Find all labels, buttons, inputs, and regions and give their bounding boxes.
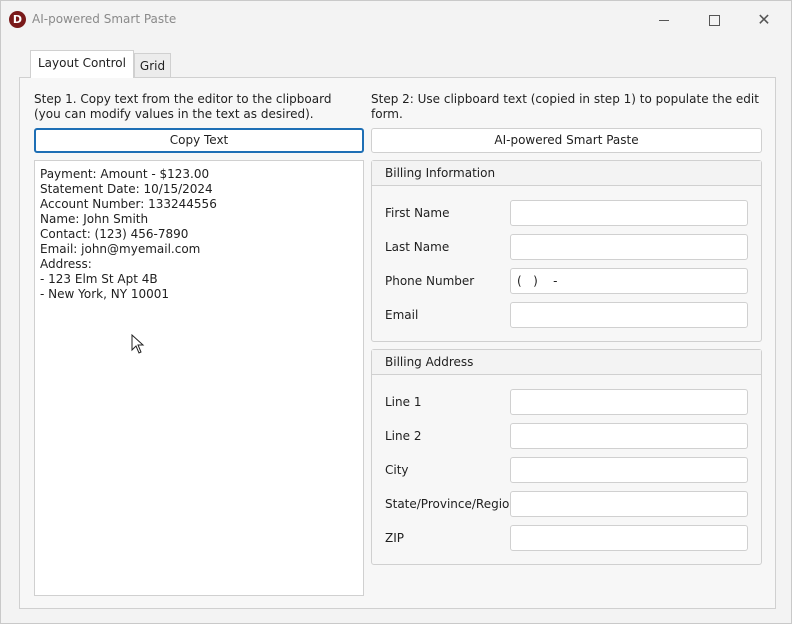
window-title: AI-powered Smart Paste (32, 12, 177, 26)
mouse-cursor-icon (131, 334, 145, 354)
editor-line: Name: John Smith (40, 212, 149, 226)
tab-grid[interactable]: Grid (134, 53, 171, 78)
city-label: City (385, 463, 409, 477)
editor-line: Address: (40, 257, 92, 271)
app-window: D AI-powered Smart Paste ✕ Layout Contro… (0, 0, 792, 624)
editor-line: Email: john@myemail.com (40, 242, 201, 256)
last-name-input[interactable] (510, 234, 748, 260)
minimize-icon (659, 19, 669, 21)
editor-line: Payment: Amount - $123.00 (40, 167, 210, 181)
maximize-icon (708, 14, 720, 26)
step1-instructions: Step 1. Copy text from the editor to the… (34, 92, 332, 121)
editor-line: Contact: (123) 456-7890 (40, 227, 189, 241)
state-input[interactable] (510, 491, 748, 517)
line2-input[interactable] (510, 423, 748, 449)
phone-number-label: Phone Number (385, 274, 475, 288)
maximize-button[interactable] (694, 8, 734, 32)
city-input[interactable] (510, 457, 748, 483)
billing-information-group: Billing Information First Name Last Name… (371, 160, 762, 342)
state-label: State/Province/Region (385, 497, 517, 511)
close-button[interactable]: ✕ (744, 8, 784, 32)
billing-address-header: Billing Address (372, 350, 761, 375)
email-label: Email (385, 308, 419, 322)
zip-label: ZIP (385, 531, 404, 545)
line1-input[interactable] (510, 389, 748, 415)
editor-line: - 123 Elm St Apt 4B (40, 272, 158, 286)
phone-number-input[interactable]: ( ) - (510, 268, 748, 294)
editor-line: - New York, NY 10001 (40, 287, 170, 301)
step2-instructions: Step 2: Use clipboard text (copied in st… (371, 92, 759, 121)
title-bar[interactable]: D AI-powered Smart Paste ✕ (1, 1, 791, 39)
tab-layout-control[interactable]: Layout Control (30, 50, 134, 78)
smart-paste-button[interactable]: AI-powered Smart Paste (371, 128, 762, 153)
app-logo-icon: D (9, 11, 26, 28)
close-icon: ✕ (757, 10, 771, 29)
minimize-button[interactable] (644, 8, 684, 32)
zip-input[interactable] (510, 525, 748, 551)
line1-label: Line 1 (385, 395, 422, 409)
first-name-label: First Name (385, 206, 450, 220)
text-editor[interactable]: Payment: Amount - $123.00 Statement Date… (34, 160, 364, 596)
billing-address-group: Billing Address Line 1 Line 2 City State… (371, 349, 762, 565)
line2-label: Line 2 (385, 429, 422, 443)
copy-text-button[interactable]: Copy Text (34, 128, 364, 153)
last-name-label: Last Name (385, 240, 450, 254)
billing-information-header: Billing Information (372, 161, 761, 186)
editor-line: Statement Date: 10/15/2024 (40, 182, 213, 196)
first-name-input[interactable] (510, 200, 748, 226)
email-input[interactable] (510, 302, 748, 328)
editor-line: Account Number: 133244556 (40, 197, 217, 211)
